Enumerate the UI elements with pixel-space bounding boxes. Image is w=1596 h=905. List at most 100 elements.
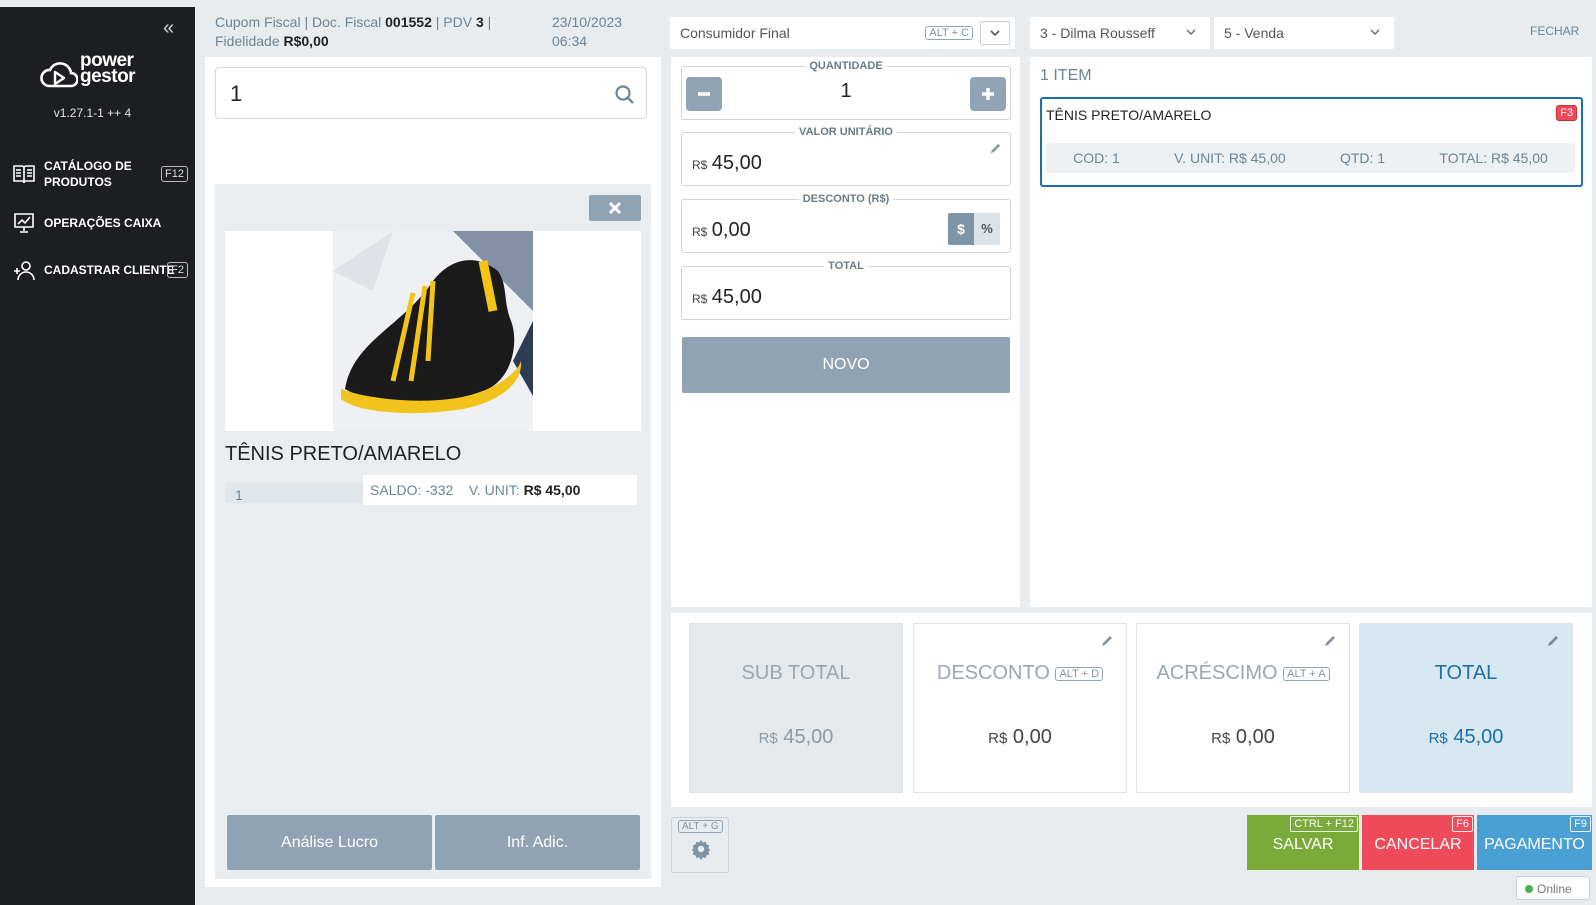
pencil-icon[interactable]: [1546, 634, 1560, 648]
cart-item-code: COD: 1: [1073, 150, 1120, 166]
cart-item-qty: QTD: 1: [1339, 150, 1386, 166]
close-button[interactable]: FECHAR: [1530, 24, 1579, 38]
chart-board-icon: [14, 213, 34, 233]
currency-label: R$: [988, 730, 1008, 747]
add-user-icon: [14, 261, 35, 281]
remove-item-shortcut[interactable]: F3: [1556, 105, 1577, 121]
settings-button[interactable]: ALT + G: [671, 817, 729, 873]
customer-select[interactable]: Consumidor Final ALT + C: [670, 17, 1015, 49]
app-version: v1.27.1-1 ++ 4: [53, 106, 132, 120]
pencil-icon[interactable]: [1100, 634, 1114, 648]
shortcut-badge: ALT + G: [678, 820, 723, 833]
new-item-button[interactable]: NOVO: [682, 337, 1010, 393]
brand-logo: power gestor: [80, 50, 136, 87]
shortcut-badge: F9: [1570, 816, 1591, 832]
cart-item-total: TOTAL: R$ 45,00: [1439, 150, 1548, 166]
quantity-label: QUANTIDADE: [809, 60, 883, 72]
unit-price-field[interactable]: VALOR UNITÁRIO R$ 45,00: [681, 126, 1011, 186]
sidebar-item-label: CATÁLOGO DE: [44, 159, 132, 173]
cart-item-count: 1 ITEM: [1040, 67, 1092, 84]
sidebar: « power gestor v1.27.1-1 ++ 4 CATÁLOGO D…: [0, 7, 195, 905]
sidebar-item-cash-operations[interactable]: OPERAÇÕES CAIXA: [12, 205, 190, 241]
cancel-button[interactable]: F6 CANCELAR: [1362, 815, 1474, 870]
surcharge-value: 0,00: [1235, 726, 1275, 748]
double-chevron-left-icon[interactable]: «: [163, 17, 174, 40]
pencil-icon[interactable]: [1323, 634, 1337, 648]
connection-status: Online: [1516, 876, 1590, 900]
product-stock-info: SALDO: -332 V. UNIT: R$ 45,00: [363, 475, 637, 505]
sneaker-image: [333, 231, 533, 431]
unit-price-label: VALOR UNITÁRIO: [799, 126, 893, 138]
product-code: 1: [225, 483, 363, 503]
product-image-frame: [225, 231, 641, 431]
total-value: 45,00: [711, 286, 762, 308]
sidebar-item-catalog[interactable]: CATÁLOGO DE PRODUTOS F12: [12, 156, 190, 192]
pencil-icon[interactable]: [989, 142, 1002, 155]
shortcut-badge: ALT + C: [925, 26, 973, 40]
shortcut-badge: ALT + A: [1283, 666, 1330, 681]
chevron-down-icon: [1370, 29, 1380, 35]
operation-select[interactable]: 5 - Venda: [1214, 17, 1394, 49]
subtotal-label: SUB TOTAL: [741, 662, 851, 684]
close-product-button[interactable]: [589, 195, 641, 221]
customer-dropdown-button[interactable]: [980, 21, 1010, 45]
date-time: 23/10/2023 06:34: [552, 14, 623, 49]
online-dot-icon: [1525, 885, 1533, 893]
sidebar-item-register-customer[interactable]: CADASTRAR CLIENTE F2: [12, 252, 190, 288]
payment-label: PAGAMENTO: [1484, 836, 1585, 853]
additional-info-button[interactable]: Inf. Adic.: [435, 815, 640, 870]
plus-icon: [982, 88, 994, 100]
sidebar-item-label: CADASTRAR CLIENTE: [44, 263, 175, 277]
save-button[interactable]: CTRL + F12 SALVAR: [1247, 815, 1359, 870]
profit-analysis-button[interactable]: Análise Lucro: [227, 815, 432, 870]
currency-label: R$: [692, 292, 708, 306]
product-name: TÊNIS PRETO/AMARELO: [225, 443, 462, 465]
discount-percent-button[interactable]: %: [974, 213, 1000, 245]
quantity-stepper[interactable]: QUANTIDADE 1: [681, 60, 1011, 120]
surcharge-label: ACRÉSCIMO: [1156, 662, 1278, 684]
discount-summary-label: DESCONTO: [936, 662, 1050, 684]
product-search-input[interactable]: 1: [215, 67, 647, 119]
shortcut-badge: F6: [1452, 816, 1473, 832]
discount-value: 0,00: [711, 219, 751, 241]
currency-label: R$: [1428, 730, 1448, 747]
shortcut-badge: CTRL + F12: [1290, 816, 1358, 832]
discount-label: DESCONTO (R$): [802, 193, 890, 205]
cart-item[interactable]: TÊNIS PRETO/AMARELO F3 COD: 1 V. UNIT: R…: [1040, 97, 1583, 187]
close-icon: [608, 201, 622, 215]
search-icon[interactable]: [614, 84, 636, 106]
book-icon: [13, 165, 35, 184]
discount-money-button[interactable]: $: [948, 213, 974, 245]
shortcut-badge: F12: [161, 166, 188, 182]
currency-label: R$: [692, 158, 708, 172]
discount-field[interactable]: DESCONTO (R$) R$ 0,00 $ %: [681, 193, 1011, 253]
seller-value: 3 - Dilma Rousseff: [1040, 25, 1155, 41]
increment-button[interactable]: [970, 77, 1006, 111]
total-card[interactable]: TOTAL R$ 45,00: [1359, 623, 1573, 793]
payment-button[interactable]: F9 PAGAMENTO: [1477, 815, 1592, 870]
grand-total-label: TOTAL: [1434, 662, 1498, 684]
subtotal-card: SUB TOTAL R$ 45,00: [689, 623, 903, 793]
surcharge-card[interactable]: ACRÉSCIMO ALT + A R$ 0,00: [1136, 623, 1350, 793]
cloud-play-logo-icon: [40, 62, 78, 88]
shortcut-badge: ALT + D: [1055, 666, 1104, 681]
chevron-down-icon: [1186, 29, 1196, 35]
gear-icon: [691, 839, 711, 860]
subtotal-value: 45,00: [783, 726, 834, 748]
search-value: 1: [230, 81, 243, 106]
cart-item-name: TÊNIS PRETO/AMARELO: [1046, 107, 1212, 123]
unit-price-value: 45,00: [711, 152, 762, 174]
discount-summary-value: 0,00: [1012, 726, 1052, 748]
operation-value: 5 - Venda: [1224, 25, 1284, 41]
cart-item-details: COD: 1 V. UNIT: R$ 45,00 QTD: 1 TOTAL: R…: [1046, 143, 1575, 173]
quantity-value[interactable]: 1: [682, 80, 1010, 103]
shortcut-badge: F2: [167, 262, 188, 278]
seller-select[interactable]: 3 - Dilma Rousseff: [1030, 17, 1210, 49]
currency-label: R$: [758, 730, 778, 747]
currency-label: R$: [692, 225, 708, 239]
discount-mode-toggle[interactable]: $ %: [948, 213, 1000, 245]
total-field: TOTAL R$ 45,00: [681, 260, 1011, 320]
grand-total-value: 45,00: [1453, 726, 1504, 748]
chevron-down-icon: [990, 30, 1000, 37]
discount-card[interactable]: DESCONTO ALT + D R$ 0,00: [913, 623, 1127, 793]
